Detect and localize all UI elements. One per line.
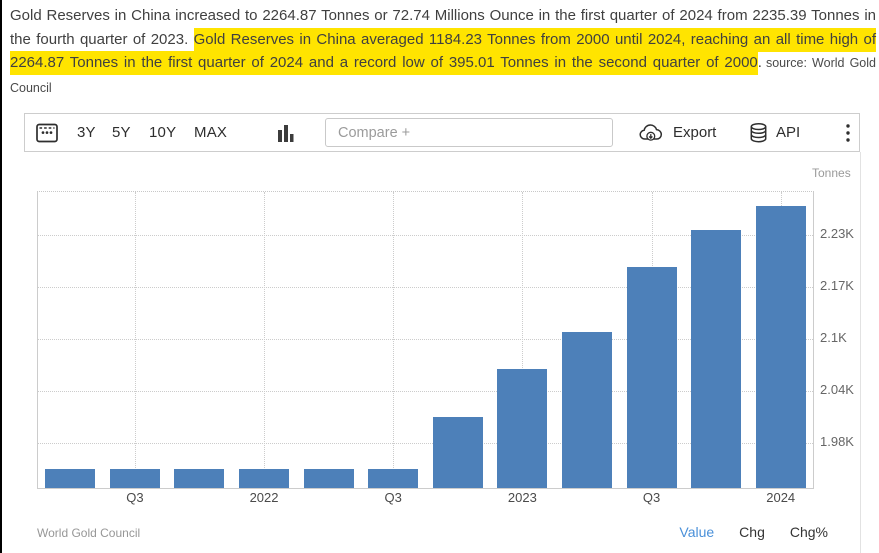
kebab-menu-icon bbox=[845, 123, 851, 143]
api-button[interactable]: API bbox=[749, 114, 800, 151]
calendar-icon bbox=[35, 121, 59, 144]
y-axis-tick-label: 2.17K bbox=[820, 277, 854, 293]
y-axis-tick-label: 2.1K bbox=[820, 329, 847, 345]
x-axis-tick-label: Q3 bbox=[126, 490, 144, 505]
description-period: . bbox=[757, 54, 762, 72]
value-link[interactable]: Value bbox=[679, 524, 714, 540]
compare-input[interactable] bbox=[325, 118, 613, 147]
data-bar[interactable] bbox=[691, 230, 742, 488]
vertical-gridline bbox=[393, 192, 395, 488]
page: Gold Reserves in China increased to 2264… bbox=[0, 0, 879, 553]
range-button-10y[interactable]: 10Y bbox=[149, 114, 176, 151]
data-bar[interactable] bbox=[755, 205, 806, 488]
data-bar[interactable] bbox=[561, 331, 612, 488]
y-axis-tick-label: 1.98K bbox=[820, 433, 854, 449]
database-icon bbox=[749, 122, 768, 144]
bar-chart-type-icon bbox=[278, 124, 294, 142]
api-label: API bbox=[776, 124, 801, 141]
data-bar[interactable] bbox=[497, 369, 548, 488]
vertical-gridline bbox=[264, 192, 266, 488]
x-axis-tick-label: Q3 bbox=[642, 490, 661, 505]
range-button-3y[interactable]: 3Y bbox=[77, 114, 96, 151]
chgpct-link[interactable]: Chg% bbox=[790, 524, 828, 540]
x-axis-tick-label: 2023 bbox=[507, 490, 537, 505]
data-bar[interactable] bbox=[109, 469, 160, 488]
chart-source-text: World Gold Council bbox=[37, 526, 141, 540]
cloud-download-icon bbox=[638, 122, 665, 143]
container-border bbox=[860, 152, 861, 553]
x-axis-tick-label: 2024 bbox=[766, 490, 796, 505]
footer-links: Value Chg Chg% bbox=[679, 524, 828, 540]
data-bar[interactable] bbox=[626, 266, 677, 488]
data-bar[interactable] bbox=[45, 469, 96, 488]
range-button-5y[interactable]: 5Y bbox=[112, 114, 131, 151]
plot-area bbox=[37, 191, 814, 489]
chg-link[interactable]: Chg bbox=[739, 524, 765, 540]
description-paragraph: Gold Reserves in China increased to 2264… bbox=[10, 4, 877, 100]
data-bar[interactable] bbox=[368, 469, 419, 488]
y-axis-tick-label: 2.23K bbox=[820, 225, 854, 241]
range-button-max[interactable]: MAX bbox=[194, 114, 227, 151]
x-axis-tick-label: Q3 bbox=[384, 490, 402, 505]
chart-toolbar: 3Y 5Y 10Y MAX Expo bbox=[24, 113, 860, 152]
data-bar[interactable] bbox=[239, 469, 290, 488]
chart-type-button[interactable] bbox=[278, 114, 294, 151]
y-axis-tick-label: 2.04K bbox=[820, 381, 854, 397]
y-axis-unit-label: Tonnes bbox=[812, 166, 851, 180]
calendar-button[interactable] bbox=[35, 114, 59, 151]
more-options-button[interactable] bbox=[841, 114, 855, 151]
data-bar[interactable] bbox=[303, 469, 354, 488]
data-bar[interactable] bbox=[174, 469, 225, 488]
vertical-gridline bbox=[134, 192, 136, 488]
data-bar[interactable] bbox=[432, 417, 483, 488]
export-label: Export bbox=[673, 124, 717, 141]
x-axis-tick-label: 2022 bbox=[249, 490, 279, 505]
export-button[interactable]: Export bbox=[638, 114, 716, 151]
